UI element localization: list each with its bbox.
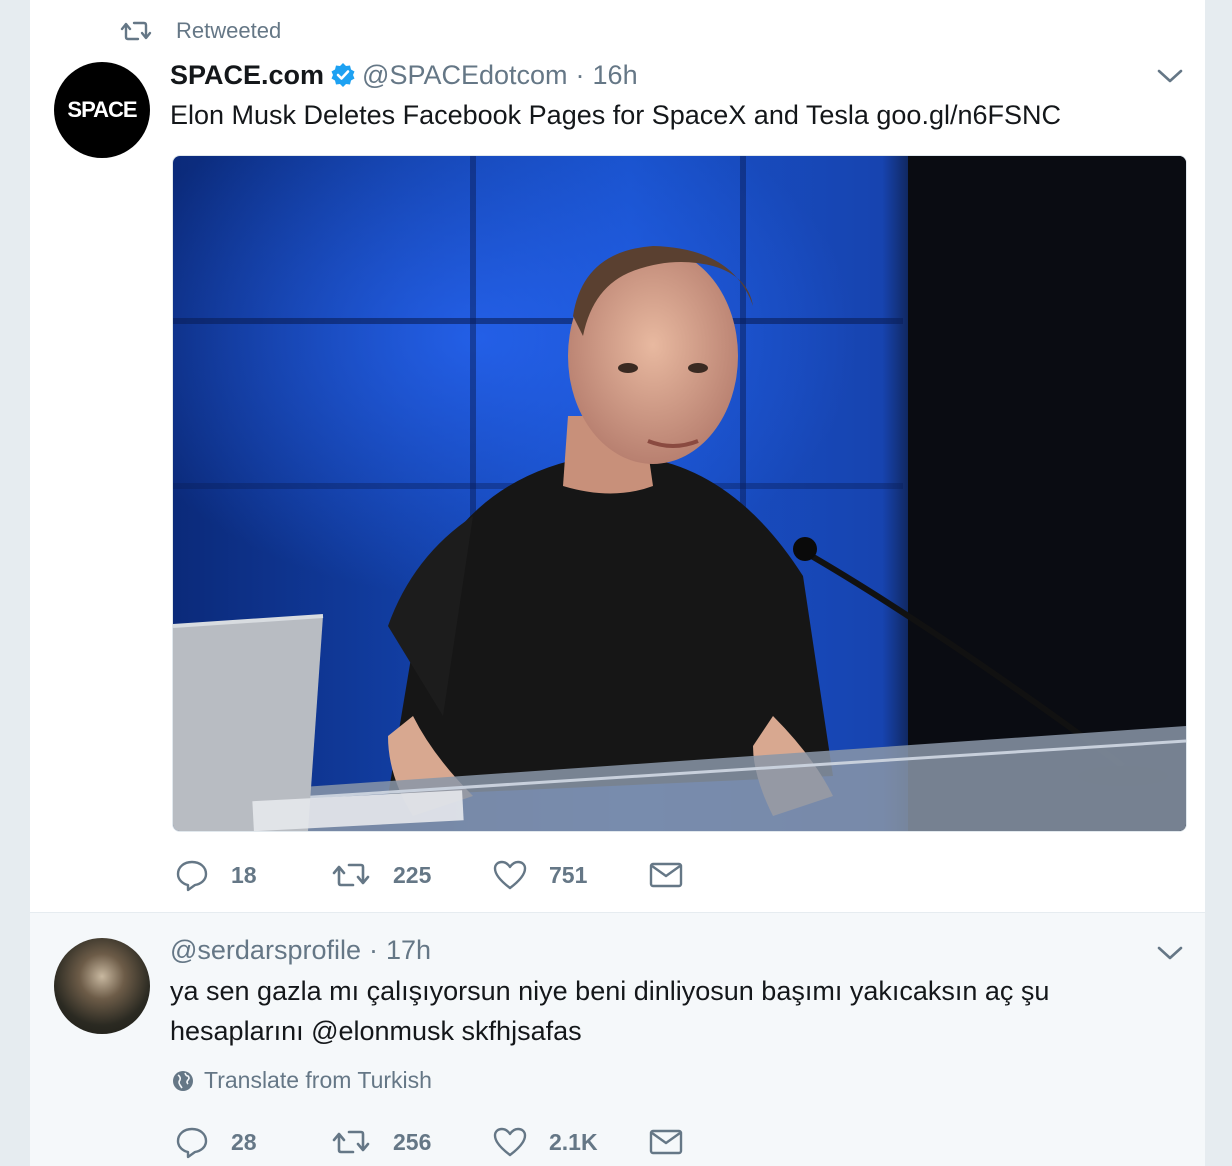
tweet-actions: 18 225 751 [175,858,723,892]
tweet-text: ya sen gazla mı çalışıyorsun niye beni d… [170,976,1050,1046]
retweet-button[interactable]: 256 [331,1127,453,1157]
verified-badge-icon [331,63,355,87]
retweet-count: 256 [393,1128,432,1155]
heart-icon [493,1127,527,1157]
timestamp[interactable]: 16h [593,60,638,91]
user-handle[interactable]: @SPACEdotcom [362,60,567,91]
retweeted-label: Retweeted [176,18,282,43]
separator-dot: · [368,935,378,965]
retweet-icon [120,21,152,41]
chevron-down-icon[interactable] [1157,68,1183,84]
retweeted-indicator: Retweeted [120,18,281,44]
tweet-serdarsprofile[interactable]: @serdarsprofile · 17h ya sen gazla mı ça… [30,913,1205,1166]
photo-image [173,156,1186,831]
heart-icon [493,860,527,890]
retweet-icon [332,1130,370,1154]
timestamp[interactable]: 17h [386,935,431,966]
user-handle[interactable]: @serdarsprofile [170,935,361,966]
tweet-text: Elon Musk Deletes Facebook Pages for Spa… [170,100,1061,130]
tweet-actions: 28 256 2.1K [175,1125,723,1159]
globe-icon [173,1070,193,1091]
avatar[interactable]: SPACE [54,62,150,158]
envelope-icon [649,1129,683,1155]
direct-message-button[interactable] [649,861,683,889]
like-button[interactable]: 2.1K [493,1126,609,1158]
display-name[interactable]: SPACE.com [170,60,324,91]
reply-button[interactable]: 28 [175,1125,291,1159]
retweet-count: 225 [393,861,432,888]
like-button[interactable]: 751 [493,859,609,891]
tweet-header: SPACE.com @SPACEdotcom · 16h [170,58,638,91]
reply-count: 18 [231,861,257,888]
retweet-button[interactable]: 225 [331,860,453,890]
like-count: 2.1K [549,1128,598,1155]
space-logo-text: SPACE [67,97,137,122]
reply-count: 28 [231,1128,257,1155]
reply-icon [176,860,208,892]
tweet-spacedotcom[interactable]: Retweeted SPACE SPACE.com @SPACEdotcom ·… [30,0,1205,913]
reply-button[interactable]: 18 [175,858,291,892]
avatar[interactable] [54,938,150,1034]
translate-link[interactable]: Translate from Turkish [172,1067,432,1094]
timeline-feed: Retweeted SPACE SPACE.com @SPACEdotcom ·… [30,0,1205,1166]
retweet-icon [332,863,370,887]
tweet-photo[interactable] [172,155,1187,832]
tweet-header: @serdarsprofile · 17h [170,935,431,966]
chevron-down-icon[interactable] [1157,945,1183,961]
envelope-icon [649,862,683,888]
direct-message-button[interactable] [649,1128,683,1156]
like-count: 751 [549,861,588,888]
translate-label[interactable]: Translate from Turkish [204,1067,432,1094]
space-logo: SPACE [67,97,137,123]
separator-dot: · [575,60,585,90]
reply-icon [176,1127,208,1159]
